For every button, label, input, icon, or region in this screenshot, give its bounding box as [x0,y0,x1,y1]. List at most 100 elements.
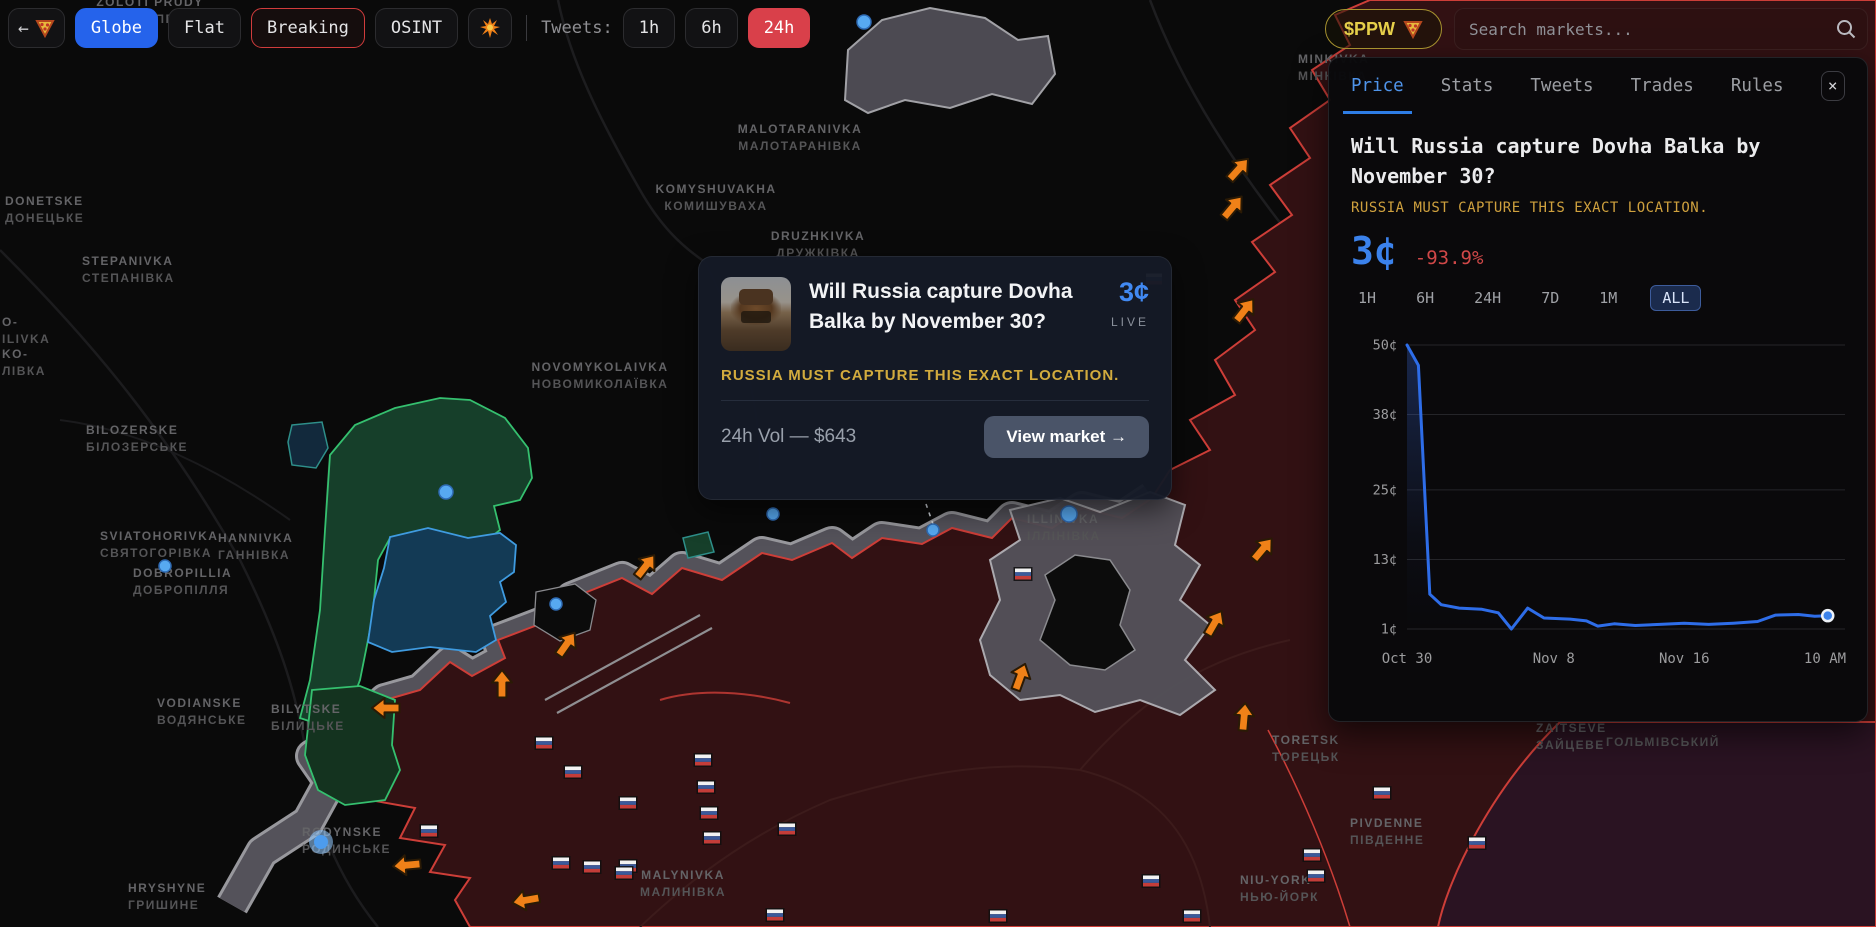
view-osint-button[interactable]: OSINT [375,8,458,48]
map-label-cyrillic: МАЛОТАРАНІВКА [738,139,862,153]
russian-flag-marker [701,807,718,819]
view-breaking-button[interactable]: Breaking [251,8,365,48]
view-market-button[interactable]: View market → [984,416,1149,458]
back-button[interactable]: ← [8,8,65,48]
chart-area-fill [1407,345,1828,629]
price-line-series [1407,345,1828,629]
russian-flag-marker [620,797,637,809]
chart-y-tick: 50¢ [1373,338,1397,354]
tab-tweets[interactable]: Tweets [1530,58,1593,114]
range-1m[interactable]: 1M [1592,285,1624,311]
map-label-cyrillic: НОВОМИКОЛАЇВКА [532,376,669,391]
map-label: PIVDENNE [1350,816,1423,830]
panel-tabs: Price Stats Tweets Trades Rules × [1351,58,1845,114]
range-6h[interactable]: 6H [1409,285,1441,311]
range-24h[interactable]: 24H [1467,285,1508,311]
market-marker[interactable] [550,598,562,610]
topright-bar: $PPW [1325,8,1868,50]
russian-flag-marker [553,857,570,869]
view-globe-button[interactable]: Globe [75,8,158,48]
market-marker[interactable] [767,508,779,520]
map-label: DRUZHKIVKA [771,229,865,243]
map-label: DONETSKE [5,194,84,208]
panel-price-change: -93.9% [1415,247,1484,269]
russian-flag-marker [1304,849,1321,861]
tweets-label: Tweets: [541,18,613,38]
chart-x-tick: Nov 8 [1533,651,1575,667]
territory-green-small [683,532,714,558]
map-label: TORETSK [1272,733,1340,747]
russian-flag-marker [1469,837,1486,849]
map-label-cyrillic: ГРИШИНЕ [128,898,199,912]
chart-y-tick: 38¢ [1373,407,1397,423]
map-label: KO- [2,347,29,361]
map-label-cyrillic: СТЕПАНІВКА [82,271,175,285]
market-marker[interactable] [159,560,171,572]
price-chart[interactable]: 50¢38¢25¢13¢1¢Oct 30Nov 8Nov 1610 AM [1351,321,1845,697]
live-badge: LIVE [1111,315,1149,329]
market-popup: Will Russia capture Dovha Balka by Novem… [698,256,1172,500]
range-1h[interactable]: 1H [1351,285,1383,311]
search-icon[interactable] [1835,18,1857,40]
ticker-label: $PPW [1344,19,1395,40]
chart-x-tick: 10 AM [1804,651,1846,667]
map-label-cyrillic: БІЛИЦЬКЕ [271,719,345,733]
map-label: BILYTSKE [271,702,341,716]
russian-flag-marker [767,909,784,921]
top-toolbar: ← Globe Flat Breaking OSINT Tweets: 1h 6… [8,8,810,48]
map-label: HRYSHYNE [128,881,206,895]
map-label: MALYNIVKA [641,868,725,882]
tab-stats[interactable]: Stats [1441,58,1494,114]
chart-y-tick: 13¢ [1373,552,1397,568]
market-marker[interactable] [1061,506,1077,522]
close-panel-button[interactable]: × [1821,71,1846,101]
attack-arrow-icon [392,854,421,876]
map-label-cyrillic: ДОБРОПІЛЛЯ [133,583,229,597]
chart-x-tick: Oct 30 [1382,651,1433,667]
view-flat-button[interactable]: Flat [168,8,241,48]
russian-flag-marker [990,910,1007,922]
tweets-1h-button[interactable]: 1h [623,8,675,48]
market-marker[interactable] [857,15,871,29]
russian-flag-marker [1143,875,1160,887]
map-label-cyrillic: СВЯТОГОРІВКА [100,546,212,560]
pizza-icon [35,18,55,38]
tab-trades[interactable]: Trades [1631,58,1694,114]
chart-x-tick: Nov 16 [1659,651,1710,667]
tab-price[interactable]: Price [1351,58,1404,114]
map-label: NOVOMYKOLAIVKA [531,360,668,374]
search-input[interactable] [1455,20,1867,39]
tweets-6h-button[interactable]: 6h [685,8,737,48]
timeframe-selector: 1H 6H 24H 7D 1M ALL [1351,285,1845,311]
map-label-cyrillic: ВОДЯНСЬКЕ [157,713,247,727]
russian-flag-marker [565,766,582,778]
russian-flag-marker [1015,568,1032,580]
map-label-cyrillic: ILIVKA [2,332,50,346]
range-7d[interactable]: 7D [1534,285,1566,311]
map-label-cyrillic: ДОНЕЦЬКЕ [5,211,84,225]
popup-volume: 24h Vol — $643 [721,426,856,448]
tweets-24h-button[interactable]: 24h [748,8,811,48]
range-all[interactable]: ALL [1650,285,1701,311]
popup-resolution-note: RUSSIA MUST CAPTURE THIS EXACT LOCATION. [721,367,1149,384]
map-label: DOBROPILLIA [133,566,232,580]
russian-flag-marker [1308,870,1325,882]
map-label: MALOTARANIVKA [738,122,863,136]
contested-patch-top [845,8,1055,113]
map-label: KOMYSHUVAKHA [655,182,776,196]
popup-market-title: Will Russia capture Dovha Balka by Novem… [809,277,1093,351]
map-label: SVIATOHORIVKA [100,529,218,543]
explosion-icon [479,17,501,39]
market-marker[interactable] [927,524,939,536]
market-marker[interactable] [439,485,453,499]
explosion-filter-button[interactable] [468,8,512,48]
tab-rules[interactable]: Rules [1731,58,1784,114]
map-label: VODIANSKE [157,696,242,710]
ppw-ticker-button[interactable]: $PPW [1325,9,1442,49]
russian-flag-marker [695,754,712,766]
market-marker-selected[interactable] [309,830,333,854]
panel-price: 3¢ [1351,229,1397,273]
chart-y-tick: 25¢ [1373,482,1397,498]
panel-resolution-note: RUSSIA MUST CAPTURE THIS EXACT LOCATION. [1351,200,1845,216]
russian-flag-marker [421,825,438,837]
